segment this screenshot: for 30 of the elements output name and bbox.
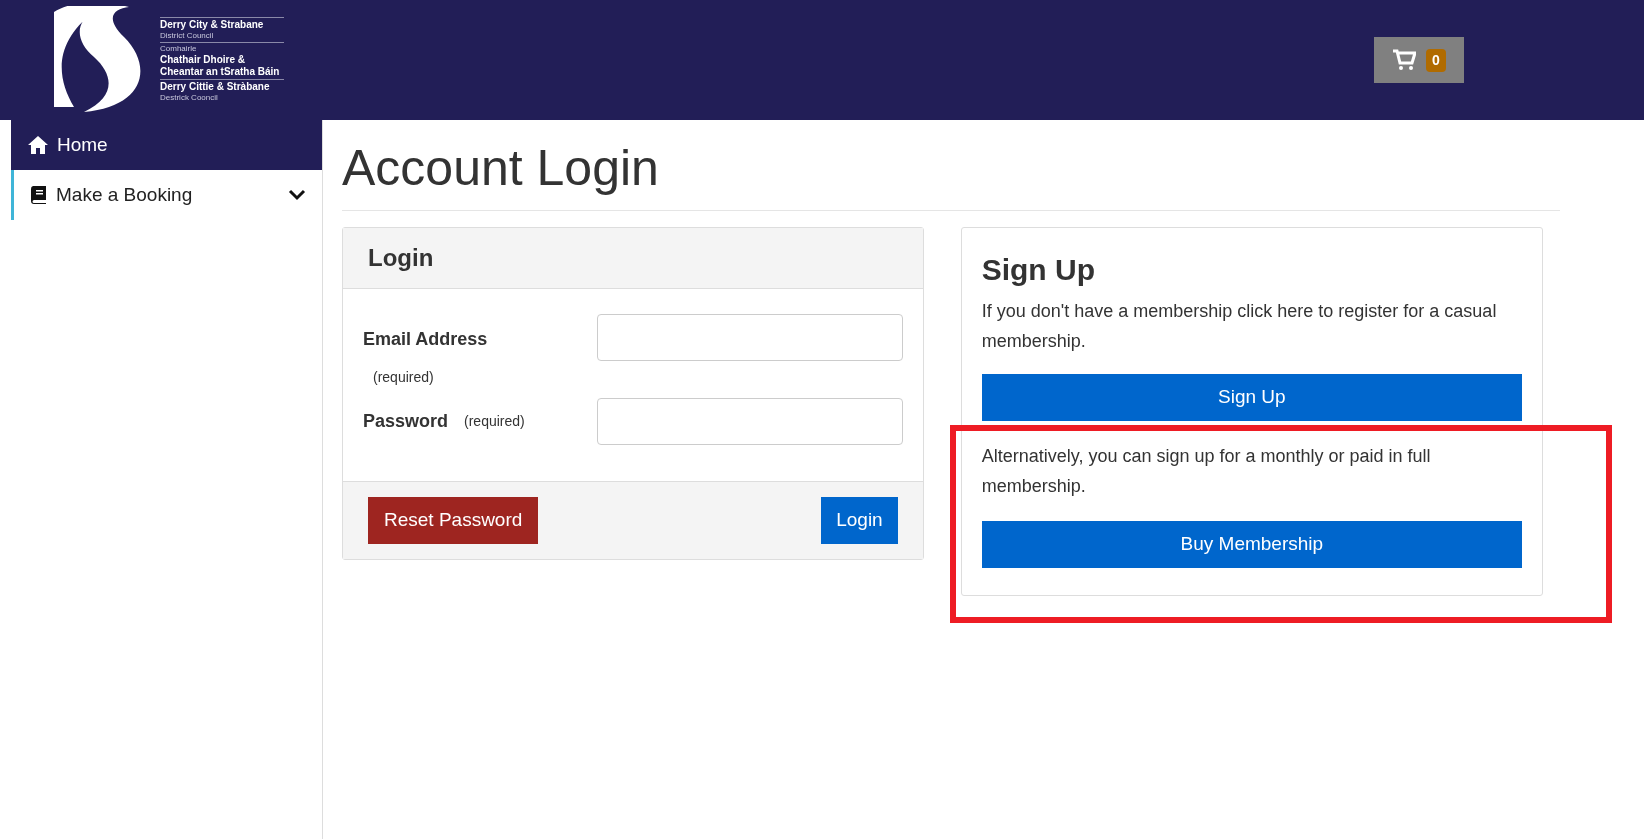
input-field[interactable]	[596, 314, 903, 361]
book-icon	[30, 185, 48, 205]
cart-button[interactable]: 0	[1374, 37, 1464, 83]
login-button[interactable]: Login	[821, 497, 898, 544]
input-field[interactable]	[596, 398, 903, 445]
cart-count-badge: 0	[1426, 48, 1446, 72]
card-title: Login	[368, 243, 434, 273]
cart-icon	[1392, 49, 1417, 71]
sidebar-item[interactable]: Make a Booking	[11, 170, 322, 220]
logo-text: Destrick Cooncil	[160, 93, 219, 103]
logo-text: District Council	[160, 31, 215, 41]
logo-text: Comhairle	[160, 42, 284, 54]
logo-text: Derry City & Strabane	[160, 17, 284, 31]
field-label: Email Address	[363, 328, 488, 351]
sign-up-button[interactable]: Sign Up	[981, 374, 1522, 421]
signup-text: If you don't have a membership click here to register for a casual membership.	[981, 300, 1498, 353]
membership-text: Alternatively, you can sign up for a monthly or paid in full membership.	[981, 445, 1432, 498]
reset-password-button[interactable]: Reset Password	[368, 497, 539, 544]
required-note: (required)	[372, 368, 435, 387]
logo-text: Chathair Dhoire &	[160, 54, 246, 66]
chevron-icon[interactable]	[288, 189, 306, 201]
sidebar-item[interactable]: Home	[11, 120, 322, 170]
logo-text: Cheantar an tSratha Báin	[160, 66, 281, 78]
home-icon	[27, 135, 49, 155]
required-note: (required)	[464, 412, 525, 431]
field-label: Password	[363, 410, 449, 433]
page-title: Account Login	[342, 138, 1560, 211]
card-title: Sign Up	[981, 252, 1096, 288]
buy-membership-button[interactable]: Buy Membership	[981, 521, 1522, 568]
logo-text: Derry Cittie & Stràbane	[160, 79, 284, 93]
